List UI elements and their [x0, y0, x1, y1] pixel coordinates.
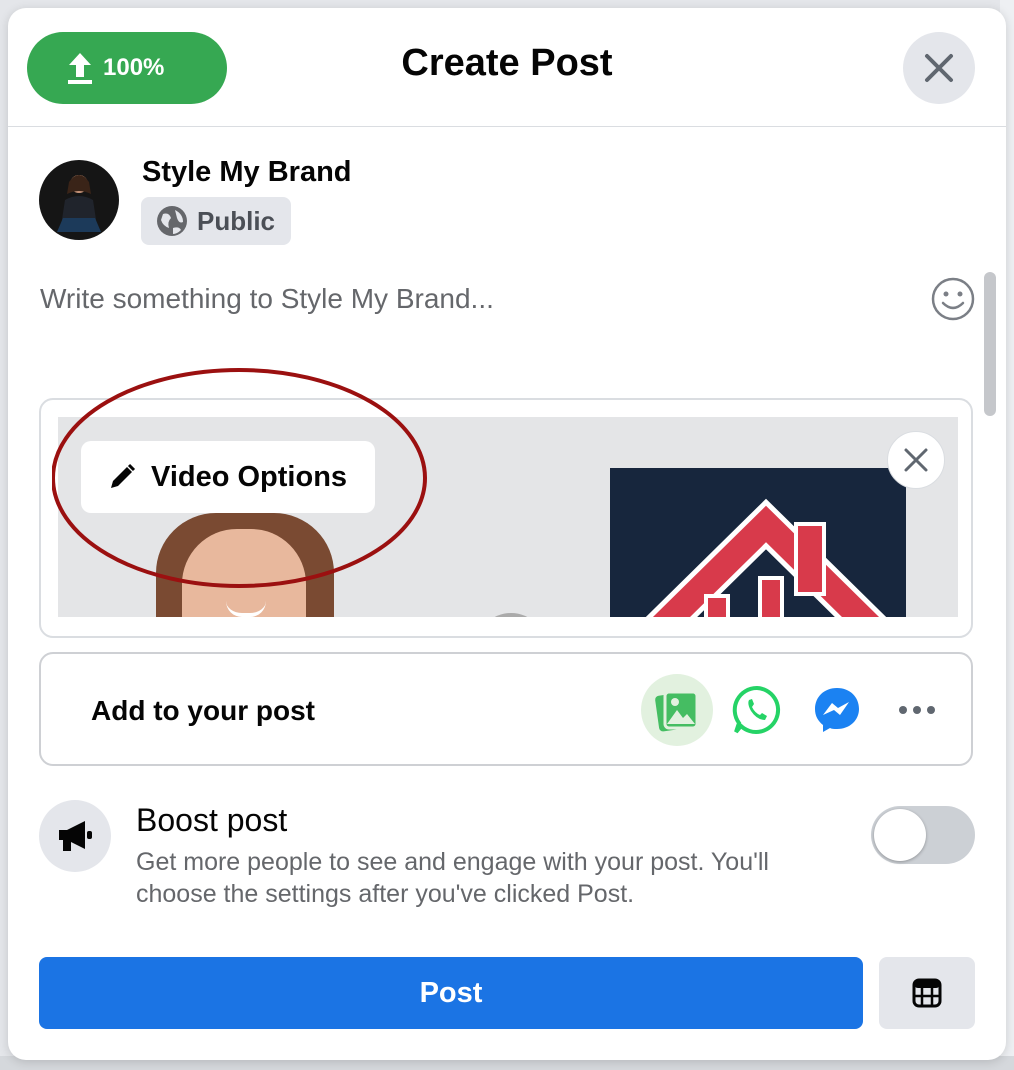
close-icon: [904, 448, 928, 472]
whatsapp-icon: [732, 685, 781, 734]
page-name: Style My Brand: [142, 156, 352, 188]
scrollbar[interactable]: [984, 272, 996, 416]
toggle-knob: [874, 809, 926, 861]
boost-post-toggle[interactable]: [871, 806, 975, 864]
add-to-post-label: Add to your post: [91, 695, 315, 726]
more-icon: [899, 706, 935, 714]
close-dialog-button[interactable]: [903, 32, 975, 104]
create-post-dialog: 100% Create Post Style My Brand Public W…: [8, 8, 1006, 1060]
audience-label: Public: [197, 205, 276, 236]
boost-post-title: Boost post: [136, 802, 288, 838]
annotation-ellipse: [52, 368, 427, 588]
remove-media-button[interactable]: [887, 431, 945, 489]
boost-post-description: Get more people to see and engage with y…: [136, 848, 769, 908]
photo-video-icon: [655, 690, 699, 732]
smiley-icon: [931, 277, 975, 321]
audience-selector[interactable]: Public: [141, 197, 291, 245]
messenger-icon: [815, 688, 859, 732]
calendar-icon: [912, 978, 942, 1008]
dialog-title: Create Post: [401, 42, 613, 84]
megaphone-icon: [59, 821, 92, 851]
boost-post-icon-container: [39, 800, 111, 872]
post-button[interactable]: Post: [39, 957, 863, 1029]
thumbnail-logo: [610, 468, 906, 617]
dialog-header: 100% Create Post: [8, 8, 1006, 127]
schedule-post-button[interactable]: [879, 957, 975, 1029]
emoji-button[interactable]: [930, 276, 976, 327]
messenger-button[interactable]: [801, 674, 873, 746]
globe-icon: [157, 206, 187, 236]
more-options-button[interactable]: [881, 674, 953, 746]
close-icon: [925, 54, 953, 82]
whatsapp-button[interactable]: [721, 674, 793, 746]
avatar: [39, 160, 119, 240]
add-to-post-bar: Add to your post: [39, 652, 973, 766]
post-text-input[interactable]: Write something to Style My Brand...: [40, 283, 900, 323]
photo-video-button[interactable]: [641, 674, 713, 746]
